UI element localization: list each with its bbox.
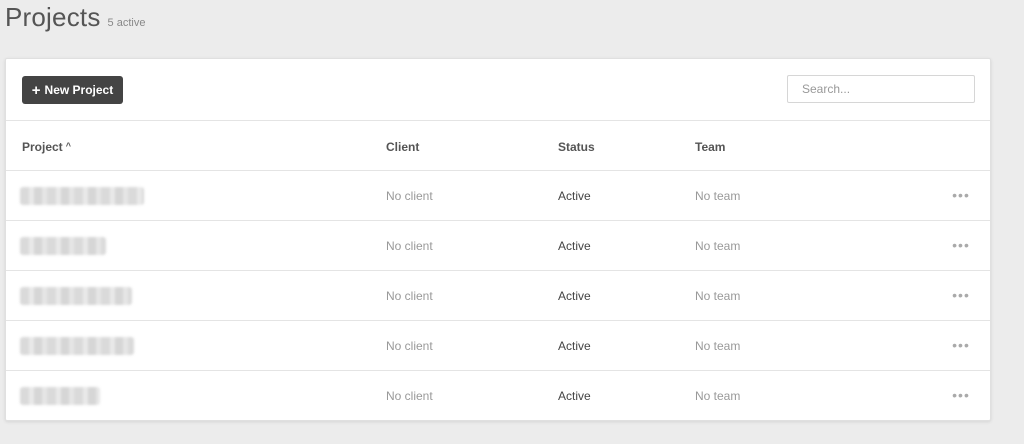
plus-icon: + <box>31 81 41 99</box>
table-body: No client Active No team ••• No client A… <box>6 171 990 421</box>
project-name-redacted[interactable] <box>20 387 100 405</box>
team-cell: No team <box>695 289 741 303</box>
team-cell: No team <box>695 389 741 403</box>
table-row[interactable]: No client Active No team ••• <box>6 171 990 221</box>
more-horizontal-icon[interactable]: ••• <box>951 235 971 255</box>
table-row[interactable]: No client Active No team ••• <box>6 371 990 421</box>
search-input[interactable] <box>787 75 975 103</box>
projects-card: + New Project Project^ Client Status Tea… <box>5 58 991 421</box>
column-header-team[interactable]: Team <box>695 140 725 154</box>
more-horizontal-icon[interactable]: ••• <box>951 335 971 355</box>
status-cell: Active <box>558 239 591 253</box>
table-header: Project ^ Client Status Team <box>6 121 990 171</box>
client-cell: No client <box>386 189 433 203</box>
new-project-label: New Project <box>44 83 114 97</box>
project-name-redacted[interactable] <box>20 237 106 255</box>
team-cell: No team <box>695 339 741 353</box>
more-horizontal-icon[interactable]: ••• <box>951 185 971 205</box>
status-cell: Active <box>558 339 591 353</box>
toolbar: + New Project <box>6 59 990 121</box>
page-title: Projects <box>5 2 101 32</box>
more-horizontal-icon[interactable]: ••• <box>951 385 971 405</box>
project-name-redacted[interactable] <box>20 337 134 355</box>
column-header-status[interactable]: Status <box>558 140 595 154</box>
more-horizontal-icon[interactable]: ••• <box>951 285 971 305</box>
project-name-redacted[interactable] <box>20 287 132 305</box>
client-cell: No client <box>386 289 433 303</box>
status-cell: Active <box>558 289 591 303</box>
active-count: 5 active <box>107 17 146 29</box>
table-row[interactable]: No client Active No team ••• <box>6 221 990 271</box>
client-cell: No client <box>386 389 433 403</box>
table-row[interactable]: No client Active No team ••• <box>6 321 990 371</box>
table-row[interactable]: No client Active No team ••• <box>6 271 990 321</box>
team-cell: No team <box>695 239 741 253</box>
client-cell: No client <box>386 339 433 353</box>
column-header-project[interactable]: Project ^ <box>22 140 71 154</box>
status-cell: Active <box>558 389 591 403</box>
status-cell: Active <box>558 189 591 203</box>
client-cell: No client <box>386 239 433 253</box>
column-header-client[interactable]: Client <box>386 140 419 154</box>
page-header: Projects 5 active <box>5 2 145 33</box>
team-cell: No team <box>695 189 741 203</box>
sort-ascending-icon: ^ <box>65 141 71 151</box>
project-name-redacted[interactable] <box>20 187 144 205</box>
new-project-button[interactable]: + New Project <box>22 76 123 104</box>
